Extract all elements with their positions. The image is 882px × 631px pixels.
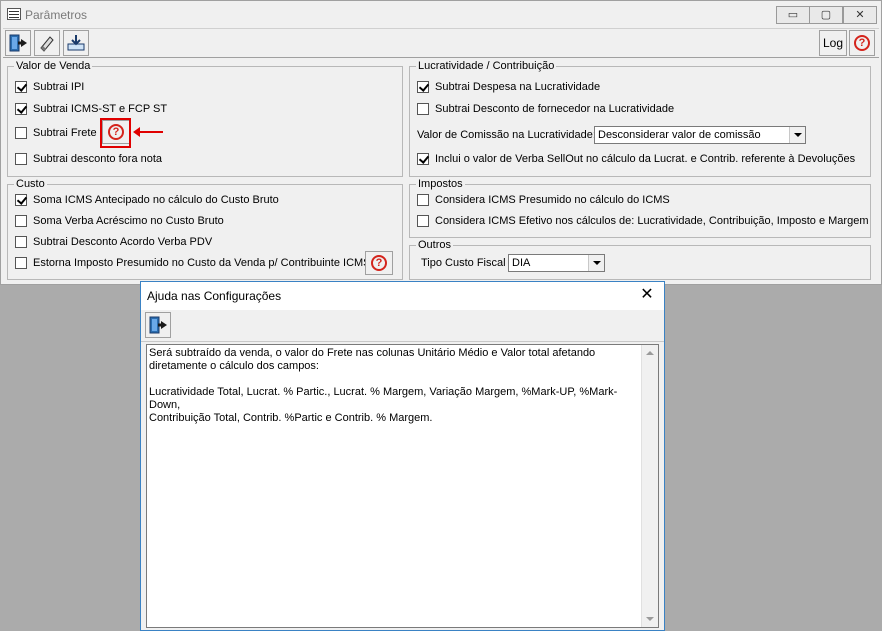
- exit-door-icon: [149, 316, 167, 334]
- dialog-title-bar: Ajuda nas Configurações ✕: [141, 282, 664, 310]
- checkbox-label: Subtrai ICMS-ST e FCP ST: [33, 103, 168, 115]
- checkbox-subtrai-despesa[interactable]: Subtrai Despesa na Lucratividade: [417, 81, 600, 93]
- dialog-close-button[interactable]: ✕: [636, 284, 658, 306]
- checkbox-label: Soma Verba Acréscimo no Custo Bruto: [33, 215, 224, 227]
- checkbox-box[interactable]: [15, 194, 27, 206]
- group-lucratividade-legend: Lucratividade / Contribuição: [418, 60, 555, 72]
- group-valor-venda-legend: Valor de Venda: [16, 60, 91, 72]
- checkbox-inclui-verba-sellout[interactable]: Inclui o valor de Verba SellOut no cálcu…: [417, 153, 855, 165]
- highlight-box: [100, 118, 131, 148]
- title-bar: Parâmetros ▭ ▢ ✕: [1, 1, 881, 27]
- checkbox-box[interactable]: [417, 194, 429, 206]
- checkbox-label: Subtrai Desconto de fornecedor na Lucrat…: [435, 103, 675, 115]
- checkbox-box[interactable]: [417, 81, 429, 93]
- checkbox-subtrai-desconto-fora-nota[interactable]: Subtrai desconto fora nota: [15, 153, 162, 165]
- checkbox-box[interactable]: [15, 127, 27, 139]
- dialog-toolbar: [141, 310, 664, 342]
- save-button[interactable]: [63, 30, 89, 56]
- checkbox-subtrai-desconto-fornecedor[interactable]: Subtrai Desconto de fornecedor na Lucrat…: [417, 103, 674, 115]
- comissao-label: Valor de Comissão na Lucratividade:: [417, 129, 596, 141]
- checkbox-label: Soma ICMS Antecipado no cálculo do Custo…: [33, 194, 279, 206]
- checkbox-label: Subtrai Despesa na Lucratividade: [435, 81, 601, 93]
- help-estorna-button[interactable]: ?: [365, 251, 393, 275]
- edit-button[interactable]: [34, 30, 60, 56]
- checkbox-box[interactable]: [15, 81, 27, 93]
- dialog-title: Ajuda nas Configurações: [147, 289, 282, 303]
- checkbox-estorna-imposto-presumido[interactable]: Estorna Imposto Presumido no Custo da Ve…: [15, 257, 371, 269]
- main-window: Parâmetros ▭ ▢ ✕ Log ? Valor de Venda Su…: [0, 0, 882, 285]
- maximize-button[interactable]: ▢: [809, 6, 843, 24]
- checkbox-subtrai-desconto-acordo[interactable]: Subtrai Desconto Acordo Verba PDV: [15, 236, 212, 248]
- checkbox-soma-verba-acrescimo[interactable]: Soma Verba Acréscimo no Custo Bruto: [15, 215, 224, 227]
- checkbox-soma-icms-antecipado[interactable]: Soma ICMS Antecipado no cálculo do Custo…: [15, 194, 279, 206]
- chevron-down-icon[interactable]: [789, 127, 805, 143]
- help-question-icon: ?: [854, 35, 870, 51]
- scroll-down-icon[interactable]: [646, 617, 654, 621]
- toolbar: Log ?: [3, 28, 879, 58]
- scroll-up-icon[interactable]: [646, 351, 654, 355]
- checkbox-box[interactable]: [15, 153, 27, 165]
- checkbox-box[interactable]: [417, 215, 429, 227]
- help-text: Será subtraído da venda, o valor do Fret…: [149, 347, 618, 424]
- checkbox-box[interactable]: [15, 103, 27, 115]
- arrow-left-icon: [133, 127, 163, 137]
- checkbox-label: Considera ICMS Presumido no cálculo do I…: [435, 194, 670, 206]
- chevron-down-icon[interactable]: [588, 255, 604, 271]
- checkbox-box[interactable]: [15, 215, 27, 227]
- checkbox-subtrai-icms-st[interactable]: Subtrai ICMS-ST e FCP ST: [15, 103, 167, 115]
- group-impostos-legend: Impostos: [418, 178, 463, 190]
- comissao-select[interactable]: Desconsiderar valor de comissão: [594, 126, 806, 144]
- tipo-custo-label: Tipo Custo Fiscal: [421, 257, 506, 269]
- window-title: Parâmetros: [25, 8, 88, 22]
- checkbox-box[interactable]: [15, 236, 27, 248]
- app-icon: [7, 8, 21, 20]
- checkbox-label: Subtrai Desconto Acordo Verba PDV: [33, 236, 213, 248]
- checkbox-considera-icms-presumido[interactable]: Considera ICMS Presumido no cálculo do I…: [417, 194, 670, 206]
- checkbox-subtrai-ipi[interactable]: Subtrai IPI: [15, 81, 84, 93]
- help-question-icon: ?: [371, 255, 387, 271]
- checkbox-label: Inclui o valor de Verba SellOut no cálcu…: [435, 153, 856, 165]
- tipo-custo-select-value: DIA: [512, 257, 531, 269]
- checkbox-label: Subtrai Frete: [33, 127, 97, 139]
- checkbox-considera-icms-efetivo[interactable]: Considera ICMS Efetivo nos cálculos de: …: [417, 215, 869, 227]
- eraser-icon: [40, 36, 54, 52]
- help-dialog: Ajuda nas Configurações ✕ Será subtraído…: [140, 281, 665, 631]
- exit-door-icon: [9, 34, 27, 52]
- checkbox-label: Subtrai desconto fora nota: [33, 153, 163, 165]
- minimize-button[interactable]: ▭: [776, 6, 810, 24]
- checkbox-label: Estorna Imposto Presumido no Custo da Ve…: [33, 257, 371, 269]
- group-custo-legend: Custo: [16, 178, 45, 190]
- group-outros-legend: Outros: [418, 239, 452, 251]
- comissao-select-value: Desconsiderar valor de comissão: [598, 129, 761, 141]
- dialog-exit-button[interactable]: [145, 312, 171, 338]
- checkbox-subtrai-frete[interactable]: Subtrai Frete: [15, 127, 97, 139]
- help-button[interactable]: ?: [849, 30, 875, 56]
- exit-button[interactable]: [5, 30, 31, 56]
- checkbox-label: Considera ICMS Efetivo nos cálculos de: …: [435, 215, 869, 227]
- checkbox-label: Subtrai IPI: [33, 81, 85, 93]
- checkbox-box[interactable]: [417, 103, 429, 115]
- checkbox-box[interactable]: [15, 257, 27, 269]
- checkbox-box[interactable]: [417, 153, 429, 165]
- close-button[interactable]: ✕: [843, 6, 877, 24]
- tipo-custo-select[interactable]: DIA: [508, 254, 605, 272]
- help-text-area[interactable]: Será subtraído da venda, o valor do Fret…: [146, 344, 659, 628]
- download-tray-icon: [67, 35, 85, 51]
- log-button[interactable]: Log: [819, 30, 847, 56]
- group-impostos: Impostos: [409, 178, 871, 238]
- vertical-scrollbar[interactable]: [641, 345, 658, 627]
